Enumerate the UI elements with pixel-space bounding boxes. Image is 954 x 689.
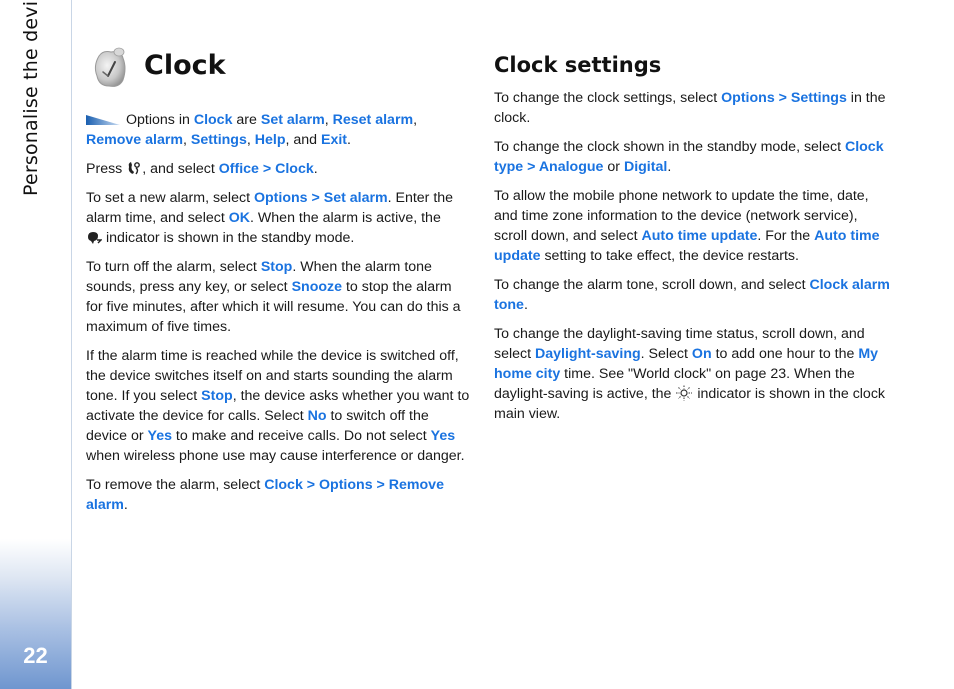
page-title: Clock [144,50,226,81]
text: Press [86,161,127,177]
link-digital[interactable]: Digital [624,159,667,175]
link-reset-alarm[interactable]: Reset alarm [333,112,413,128]
text: , [413,112,418,128]
section-heading: Clock settings [494,53,662,77]
daylight-saving-sun-icon [676,385,693,401]
link-clock[interactable]: Clock [194,112,233,128]
daylight-saving-paragraph: To change the daylight-saving time statu… [494,324,894,424]
link-daylight-saving[interactable]: Daylight-saving [535,346,641,362]
right-column: Clock settings To change the clock setti… [494,52,894,433]
link-options-set-alarm[interactable]: Options > Set alarm [254,190,388,206]
remove-alarm-paragraph: To remove the alarm, select Clock > Opti… [86,475,470,515]
alarm-clock-icon [94,47,126,87]
link-ok[interactable]: OK [229,210,250,226]
text: To remove the alarm, select [86,477,265,493]
text: are [232,112,261,128]
section-title: Personalise the device [20,0,42,196]
text: setting to take effect, the device resta… [540,248,799,264]
text: To change the clock settings, select [494,90,722,106]
link-options-settings[interactable]: Options > Settings [721,90,847,106]
text: , and [285,132,321,148]
link-exit[interactable]: Exit [321,132,347,148]
link-set-alarm[interactable]: Set alarm [261,112,325,128]
switched-off-paragraph: If the alarm time is reached while the d… [86,346,470,466]
link-yes[interactable]: Yes [148,428,172,444]
link-on[interactable]: On [692,346,712,362]
text: . For the [757,228,815,244]
text: when wireless phone use may cause interf… [86,448,465,464]
text: . When the alarm is active, the [250,210,441,226]
text: To set a new alarm, select [86,190,254,206]
link-help[interactable]: Help [255,132,286,148]
text: To turn off the alarm, select [86,259,261,275]
text: . [123,497,128,513]
link-remove-alarm[interactable]: Remove alarm [86,132,183,148]
settings-paragraph: To change the clock settings, select Opt… [494,88,894,128]
sidebar: Personalise the device 22 [0,0,72,689]
menu-key-icon [128,162,141,175]
text: To change the clock shown in the standby… [494,139,845,155]
alarm-tone-paragraph: To change the alarm tone, scroll down, a… [494,275,894,315]
text: . [523,297,528,313]
link-stop[interactable]: Stop [201,388,233,404]
clock-type-paragraph: To change the clock shown in the standby… [494,137,894,177]
tip-marker-icon [86,115,120,125]
text: . [313,161,318,177]
link-settings[interactable]: Settings [191,132,247,148]
link-snooze[interactable]: Snooze [292,279,342,295]
text: To change the alarm tone, scroll down, a… [494,277,810,293]
text: . [347,132,351,148]
turn-off-paragraph: To turn off the alarm, select Stop. When… [86,257,470,337]
link-stop[interactable]: Stop [261,259,293,275]
text: , [246,132,255,148]
left-column: Options in Clock are Set alarm, Reset al… [86,110,470,524]
text: Options in [126,112,194,128]
set-alarm-paragraph: To set a new alarm, select Options > Set… [86,188,470,248]
link-yes[interactable]: Yes [431,428,455,444]
page-number: 22 [23,643,48,668]
press-paragraph: Press , and select Office > Clock. [86,159,470,179]
link-office-clock[interactable]: Office > Clock [219,161,314,177]
auto-time-paragraph: To allow the mobile phone network to upd… [494,186,894,266]
text: . [667,159,672,175]
link-no[interactable]: No [308,408,327,424]
text: indicator is shown in the standby mode. [102,230,355,246]
text: or [603,159,624,175]
text: . Select [640,346,692,362]
options-paragraph: Options in Clock are Set alarm, Reset al… [86,110,470,150]
text: , [183,132,191,148]
text: to add one hour to the [711,346,859,362]
link-auto-time-update[interactable]: Auto time update [641,228,757,244]
text: , [324,112,333,128]
alarm-indicator-icon [88,232,102,244]
text: , and select [142,161,219,177]
text: to make and receive calls. Do not select [171,428,431,444]
